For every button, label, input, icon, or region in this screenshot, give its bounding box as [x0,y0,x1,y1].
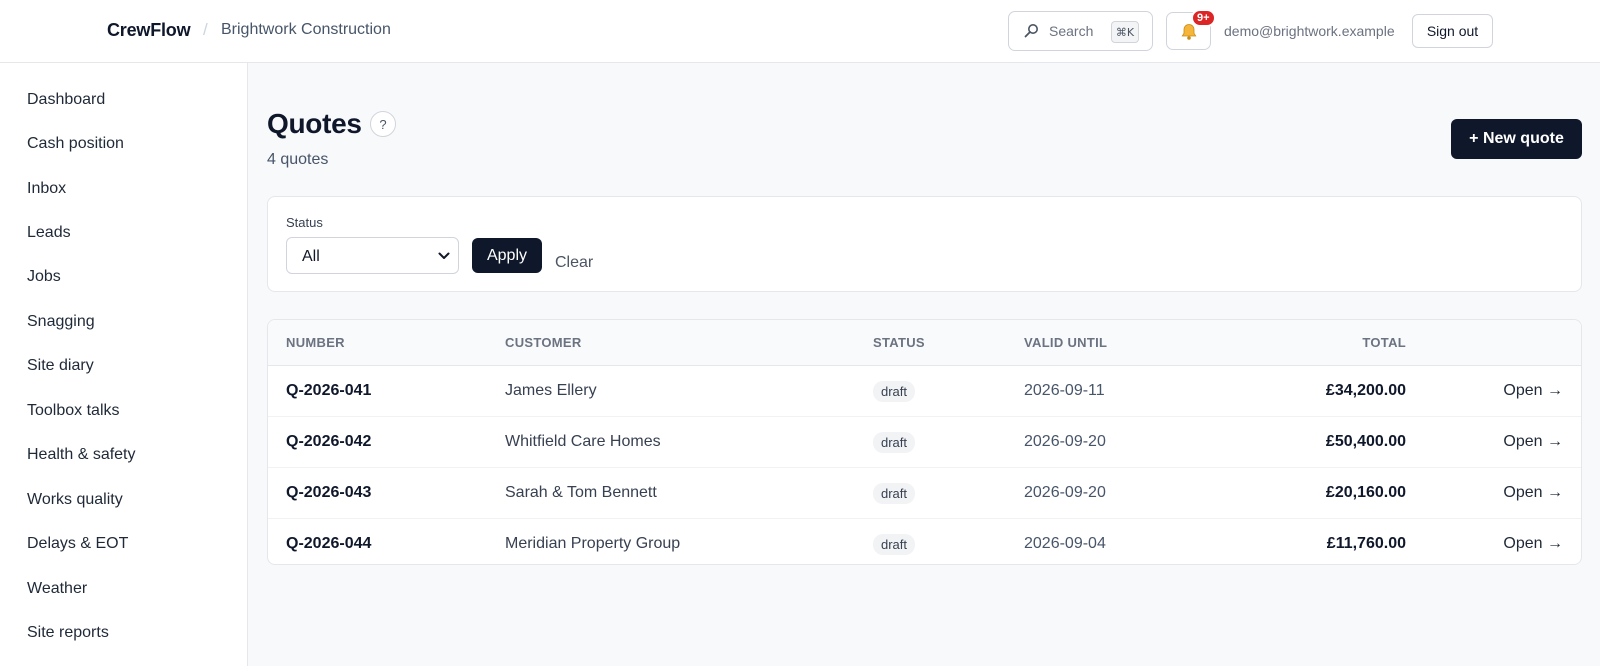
apply-filter-button[interactable]: Apply [472,238,542,273]
new-quote-button[interactable]: + New quote [1451,119,1582,159]
sidebar: Dashboard Cash position Inbox Leads Jobs… [0,63,248,666]
open-quote-link[interactable]: Open → [1503,433,1563,451]
quote-number: Q-2026-042 [286,433,372,450]
quote-number: Q-2026-044 [286,535,372,552]
customer-name: Whitfield Care Homes [505,433,661,450]
sidebar-item-site-reports[interactable]: Site reports [27,624,109,642]
search-icon [1024,24,1038,38]
sidebar-item-leads[interactable]: Leads [27,224,71,242]
sidebar-item-snagging[interactable]: Snagging [27,313,95,331]
user-email: demo@brightwork.example [1224,23,1395,39]
column-header-total[interactable]: TOTAL [1362,335,1406,350]
status-select[interactable]: All [286,237,459,274]
help-button[interactable]: ? [370,111,396,137]
sidebar-item-toolbox-talks[interactable]: Toolbox talks [27,402,120,420]
quote-number: Q-2026-043 [286,484,372,501]
table-row[interactable]: Q-2026-042 Whitfield Care Homes draft 20… [268,417,1581,468]
top-bar: CrewFlow / Brightwork Construction Searc… [0,0,1600,63]
status-badge: draft [873,534,916,555]
customer-name: James Ellery [505,382,597,399]
column-header-customer[interactable]: CUSTOMER [505,335,582,350]
table-row[interactable]: Q-2026-044 Meridian Property Group draft… [268,519,1581,564]
quote-total: £50,400.00 [1325,433,1406,450]
sidebar-item-delays-eot[interactable]: Delays & EOT [27,535,128,553]
open-quote-link[interactable]: Open → [1503,484,1563,502]
main-content: Quotes ? 4 quotes + New quote Status All… [248,63,1600,666]
table-row[interactable]: Q-2026-043 Sarah & Tom Bennett draft 202… [268,468,1581,519]
table-row[interactable]: Q-2026-041 James Ellery draft 2026-09-11… [268,366,1581,417]
valid-until-date: 2026-09-20 [1024,433,1106,450]
status-filter-label: Status [286,215,323,230]
open-quote-link[interactable]: Open → [1503,535,1563,553]
sidebar-item-inbox[interactable]: Inbox [27,180,66,198]
column-header-valid-until[interactable]: VALID UNTIL [1024,335,1107,350]
sidebar-item-dashboard[interactable]: Dashboard [27,91,105,109]
sidebar-item-site-diary[interactable]: Site diary [27,357,94,375]
clear-filter-link[interactable]: Clear [555,254,593,272]
open-quote-link[interactable]: Open → [1503,382,1563,400]
column-header-status[interactable]: STATUS [873,335,925,350]
search-shortcut: ⌘K [1111,21,1139,43]
column-header-number[interactable]: NUMBER [286,335,345,350]
customer-name: Sarah & Tom Bennett [505,484,657,501]
quote-total: £11,760.00 [1326,535,1406,552]
organization-name[interactable]: Brightwork Construction [221,21,391,39]
breadcrumb-separator: / [203,20,208,39]
sidebar-item-jobs[interactable]: Jobs [27,268,61,286]
status-badge: draft [873,432,916,453]
sidebar-item-weather[interactable]: Weather [27,580,87,598]
quote-count: 4 quotes [267,151,329,168]
customer-name: Meridian Property Group [505,535,681,552]
notification-count-badge: 9+ [1191,9,1216,27]
valid-until-date: 2026-09-11 [1024,382,1105,399]
table-header: NUMBER CUSTOMER STATUS VALID UNTIL TOTAL [268,320,1581,366]
sidebar-item-health-safety[interactable]: Health & safety [27,446,136,464]
chevron-down-icon [438,252,450,259]
status-select-value: All [302,248,320,265]
sidebar-item-cash-position[interactable]: Cash position [27,135,124,153]
search-button[interactable]: Search ⌘K [1008,11,1153,51]
status-badge: draft [873,483,916,504]
valid-until-date: 2026-09-04 [1024,535,1106,552]
quotes-table: NUMBER CUSTOMER STATUS VALID UNTIL TOTAL… [267,319,1582,565]
brand-logo[interactable]: CrewFlow [107,20,191,41]
quote-number: Q-2026-041 [286,382,372,399]
status-badge: draft [873,381,916,402]
search-label: Search [1049,23,1094,39]
sign-out-button[interactable]: Sign out [1412,14,1493,48]
quote-total: £34,200.00 [1325,382,1406,399]
filter-panel: Status All Apply Clear [267,196,1582,292]
page-title: Quotes [267,108,362,139]
valid-until-date: 2026-09-20 [1024,484,1106,501]
sidebar-item-works-quality[interactable]: Works quality [27,491,123,509]
quote-total: £20,160.00 [1325,484,1406,501]
